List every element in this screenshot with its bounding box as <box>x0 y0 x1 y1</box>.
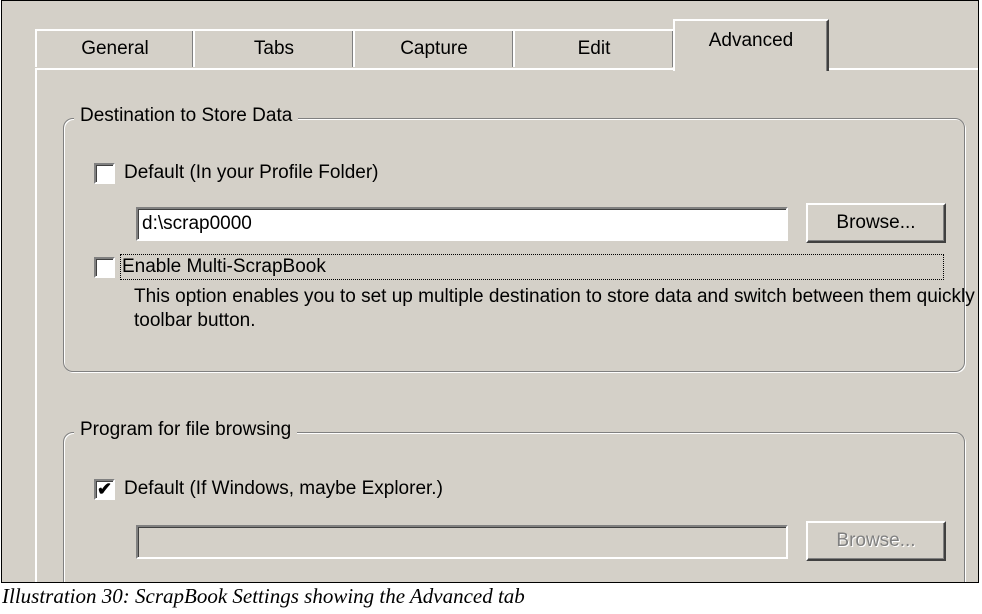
screenshot-frame: General Tabs Capture Edit Advanced Desti… <box>1 0 979 583</box>
file-browser-group: Program for file browsing ✔ Default (If … <box>63 419 965 582</box>
figure-caption: Illustration 30: ScrapBook Settings show… <box>2 584 525 608</box>
file-browser-path-input <box>136 525 788 559</box>
enable-multi-scrapbook-checkbox[interactable] <box>94 257 115 278</box>
destination-group-title: Destination to Store Data <box>74 105 299 127</box>
tab-tabs[interactable]: Tabs <box>193 29 355 67</box>
destination-group: Destination to Store Data Default (In yo… <box>63 105 978 372</box>
multi-scrapbook-description: This option enables you to set up multip… <box>134 286 979 331</box>
enable-multi-scrapbook-label: Enable Multi-ScrapBook <box>120 254 944 280</box>
default-profile-checkbox[interactable] <box>94 163 115 184</box>
tab-general[interactable]: General <box>35 29 195 67</box>
tab-edit[interactable]: Edit <box>513 29 675 67</box>
default-profile-label: Default (In your Profile Folder) <box>124 162 379 183</box>
tab-strip: General Tabs Capture Edit Advanced <box>35 19 975 71</box>
settings-dialog: General Tabs Capture Edit Advanced Desti… <box>8 1 978 582</box>
tab-advanced[interactable]: Advanced <box>673 19 829 71</box>
advanced-panel: Destination to Store Data Default (In yo… <box>35 68 978 582</box>
default-explorer-checkbox[interactable]: ✔ <box>94 479 115 500</box>
default-explorer-label: Default (If Windows, maybe Explorer.) <box>124 478 443 499</box>
file-browser-browse-button: Browse... <box>806 521 946 561</box>
destination-path-input[interactable] <box>136 207 788 241</box>
file-browser-group-title: Program for file browsing <box>74 419 298 441</box>
destination-browse-button[interactable]: Browse... <box>806 203 946 243</box>
tab-capture[interactable]: Capture <box>353 29 515 67</box>
